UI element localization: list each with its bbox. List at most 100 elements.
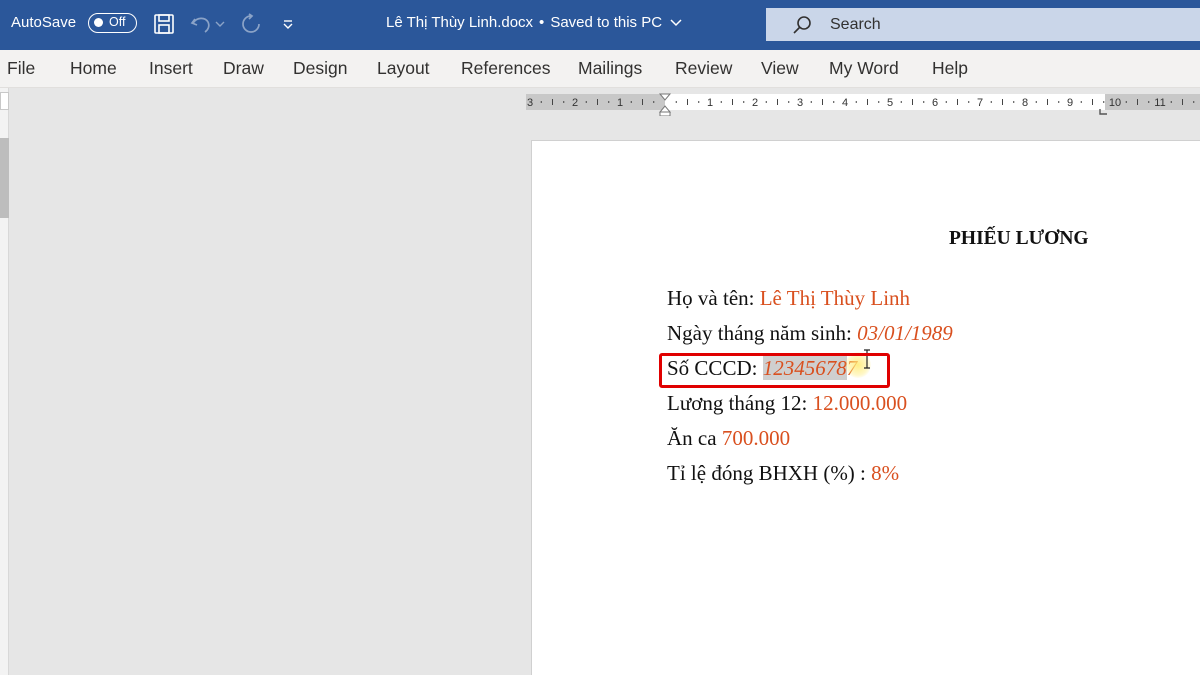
ruler-tick (1047, 99, 1048, 105)
ruler-tick (810, 101, 812, 103)
ruler-tick (1148, 101, 1150, 103)
tab-selector[interactable] (0, 92, 9, 110)
save-icon[interactable] (151, 10, 177, 38)
chevron-down-icon (670, 19, 682, 27)
field-salary-december[interactable]: Lương tháng 12: 12.000.000 (667, 391, 907, 416)
search-box[interactable]: Search (766, 8, 1200, 41)
ruler-tick (990, 101, 992, 103)
left-indent-marker[interactable] (659, 111, 671, 116)
ruler-tick (720, 101, 722, 103)
field-label: Ngày tháng năm sinh: (667, 321, 858, 345)
field-label: Lương tháng 12: (667, 391, 813, 415)
ruler-tick (1125, 101, 1127, 103)
field-meal-allowance[interactable]: Ăn ca 700.000 (667, 426, 790, 451)
ruler-tick (855, 101, 857, 103)
highlight-box (659, 353, 890, 388)
ruler-tick (923, 101, 925, 103)
field-insurance-rate[interactable]: Tỉ lệ đóng BHXH (%) : 8% (667, 461, 899, 486)
ruler-number: 7 (977, 97, 983, 109)
tab-view[interactable]: View (761, 58, 799, 79)
tab-help[interactable]: Help (932, 58, 968, 79)
ruler-tick (1182, 99, 1183, 105)
ruler-tick (1092, 99, 1093, 105)
ruler-tick (732, 99, 733, 105)
ruler-number: 10 (1109, 97, 1121, 109)
autosave-label: AutoSave (11, 14, 77, 31)
title-bar: AutoSave Off Lê Thị Thùy Linh.docx • Saved… (0, 0, 1200, 50)
ruler-tick (1002, 99, 1003, 105)
ruler-tick (1058, 101, 1060, 103)
ruler-tick (1035, 101, 1037, 103)
ruler-number: 2 (572, 97, 578, 109)
ribbon-tabs: File Home Insert Draw Design Layout Refe… (0, 50, 1200, 88)
field-value: 700.000 (721, 426, 791, 450)
ruler-tick (833, 101, 835, 103)
vertical-ruler[interactable] (0, 88, 9, 675)
tab-my-word[interactable]: My Word (829, 58, 899, 79)
ruler-number: 3 (797, 97, 803, 109)
ruler-tick (585, 101, 587, 103)
customize-qat-icon[interactable] (275, 10, 301, 38)
ruler-tick (630, 101, 632, 103)
ruler-tick (1103, 101, 1105, 103)
ruler-tick (642, 99, 643, 105)
ruler-tick (777, 99, 778, 105)
field-label: Họ và tên: (667, 286, 760, 310)
vertical-ruler-margin (0, 138, 9, 218)
ruler-number: 6 (932, 97, 938, 109)
ruler-number: 9 (1067, 97, 1073, 109)
ruler-tick (900, 101, 902, 103)
save-status: Saved to this PC (550, 14, 663, 31)
document-title-area[interactable]: Lê Thị Thùy Linh.docx • Saved to this PC (386, 14, 682, 31)
ruler-tick (540, 101, 542, 103)
ruler-number: 5 (887, 97, 893, 109)
ruler-tick (1137, 99, 1138, 105)
tab-home[interactable]: Home (70, 58, 117, 79)
ruler-tick (608, 101, 610, 103)
tab-mailings[interactable]: Mailings (578, 58, 642, 79)
field-date-of-birth[interactable]: Ngày tháng năm sinh: 03/01/1989 (667, 321, 953, 346)
ruler-tick (653, 101, 655, 103)
tab-file[interactable]: File (7, 58, 35, 79)
ruler-number: 1 (707, 97, 713, 109)
tab-design[interactable]: Design (293, 58, 347, 79)
ruler-tick (1080, 101, 1082, 103)
ruler-tick (945, 101, 947, 103)
horizontal-ruler[interactable]: 3 2 1 1 2 3 4 5 6 7 8 9 10 11 (526, 92, 1200, 116)
ruler-tick (743, 101, 745, 103)
ruler-tick (878, 101, 880, 103)
undo-icon[interactable] (188, 10, 214, 38)
document-page[interactable]: PHIẾU LƯƠNG Họ và tên: Lê Thị Thùy Linh … (531, 140, 1200, 675)
ruler-tick (1013, 101, 1015, 103)
ruler-tick (957, 99, 958, 105)
field-value: Lê Thị Thùy Linh (759, 286, 911, 310)
field-label: Ăn ca (667, 426, 722, 450)
page-title: PHIẾU LƯƠNG (949, 228, 1089, 249)
search-icon (793, 16, 811, 34)
chevron-down-icon[interactable] (214, 10, 226, 38)
horizontal-ruler-graphic: 3 2 1 1 2 3 4 5 6 7 8 9 10 11 (526, 93, 1200, 116)
title-separator: • (539, 14, 545, 31)
ruler-tick (1170, 101, 1172, 103)
tab-review[interactable]: Review (675, 58, 732, 79)
search-placeholder: Search (830, 16, 881, 33)
document-title: Lê Thị Thùy Linh.docx (386, 14, 534, 31)
ruler-tick (968, 101, 970, 103)
tab-layout[interactable]: Layout (377, 58, 430, 79)
tab-insert[interactable]: Insert (149, 58, 193, 79)
ruler-tick (597, 99, 598, 105)
autosave-toggle[interactable]: Off (88, 13, 137, 33)
field-label: Tỉ lệ đóng BHXH (%) : (667, 461, 872, 485)
tab-draw[interactable]: Draw (223, 58, 264, 79)
ruler-tick (1193, 101, 1195, 103)
ruler-number: 4 (842, 97, 848, 109)
ruler-tick (698, 101, 700, 103)
field-full-name[interactable]: Họ và tên: Lê Thị Thùy Linh (667, 286, 910, 311)
redo-icon[interactable] (238, 10, 264, 38)
field-value: 12.000.000 (812, 391, 908, 415)
tab-references[interactable]: References (461, 58, 551, 79)
ruler-tick (912, 99, 913, 105)
ruler-tick (867, 99, 868, 105)
ruler-tick (822, 99, 823, 105)
toggle-knob (94, 18, 103, 27)
